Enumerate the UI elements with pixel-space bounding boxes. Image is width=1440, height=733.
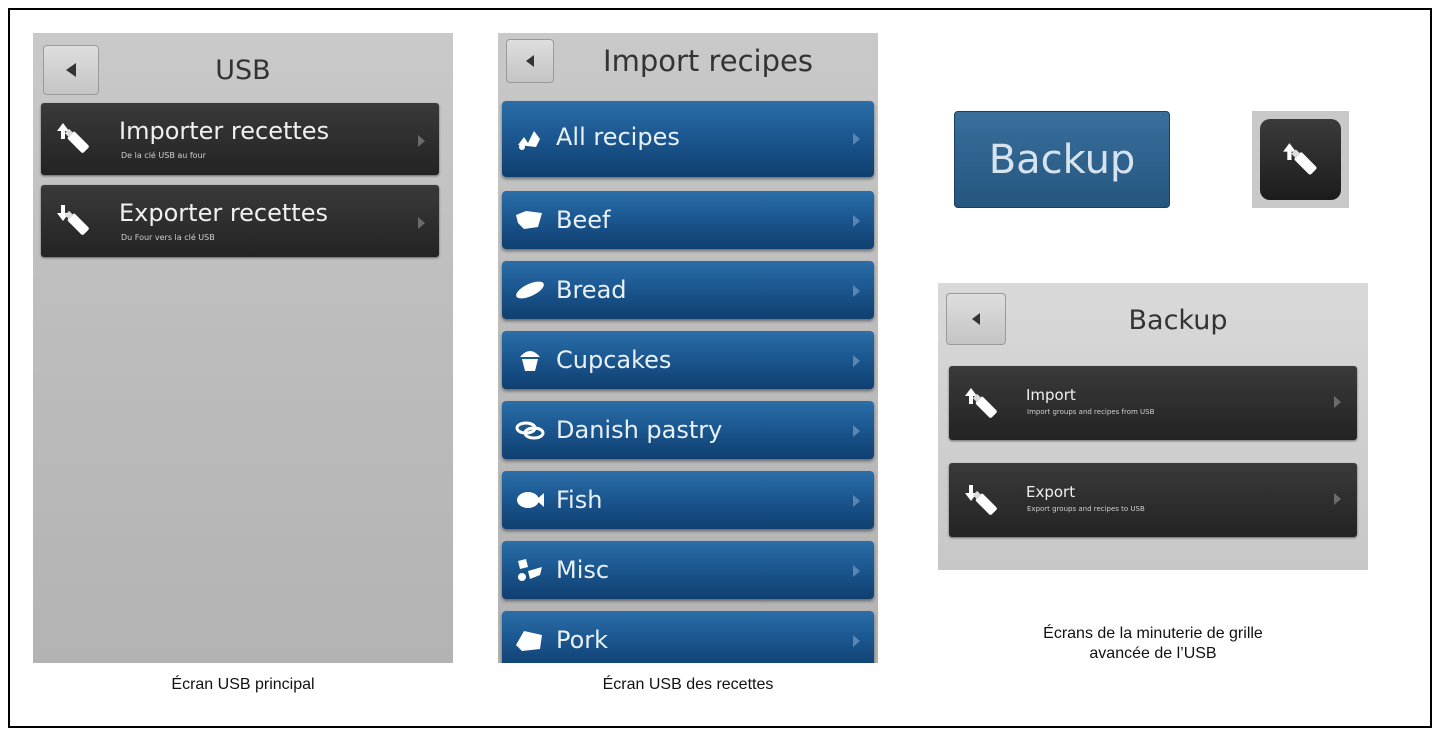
row-sublabel: Export groups and recipes to USB <box>1027 505 1145 513</box>
chevron-right-icon <box>853 635 860 647</box>
back-arrow-icon <box>66 63 76 77</box>
back-button[interactable] <box>946 293 1006 345</box>
pastry-icon <box>515 421 545 440</box>
category-label: Pork <box>556 626 609 654</box>
caption-usb-main: Écran USB principal <box>171 676 315 693</box>
row-sublabel: Import groups and recipes from USB <box>1027 408 1155 416</box>
chevron-right-icon <box>853 565 860 577</box>
back-arrow-icon <box>972 313 980 325</box>
row-sublabel: De la clé USB au four <box>121 151 206 160</box>
chevron-right-icon <box>853 215 860 227</box>
category-fish[interactable]: Fish <box>502 471 874 529</box>
screen-title: Import recipes <box>603 44 813 78</box>
row-label: Export <box>1026 483 1076 501</box>
row-label: Exporter recettes <box>119 199 328 227</box>
chevron-right-icon <box>853 285 860 297</box>
category-misc[interactable]: Misc <box>502 541 874 599</box>
backup-screen: Backup Import Import groups and recipes … <box>938 283 1368 570</box>
chevron-right-icon <box>853 425 860 437</box>
usb-import-tile[interactable] <box>1252 111 1349 208</box>
screen-title: USB <box>215 55 271 86</box>
chevron-right-icon <box>1334 396 1341 408</box>
misc-icon <box>518 559 542 581</box>
import-button[interactable]: Import Import groups and recipes from US… <box>949 366 1357 440</box>
backup-button-label: Backup <box>988 137 1136 183</box>
export-button[interactable]: Export Export groups and recipes to USB <box>949 463 1357 537</box>
usb-import-icon <box>965 388 997 418</box>
chevron-right-icon <box>1334 493 1341 505</box>
pork-icon <box>516 631 542 651</box>
chevron-right-icon <box>418 217 425 229</box>
usb-main-screen: USB Importer recettes De la clé USB au f… <box>33 33 453 663</box>
usb-import-icon <box>1283 143 1317 175</box>
caption-line-1: Écrans de la minuterie de grille <box>1043 625 1263 642</box>
beef-icon <box>516 211 542 229</box>
usb-export-icon <box>57 205 89 235</box>
category-cupcakes[interactable]: Cupcakes <box>502 331 874 389</box>
row-sublabel: Du Four vers la clé USB <box>121 233 215 242</box>
row-label: Importer recettes <box>119 117 330 145</box>
category-label: Misc <box>556 556 610 584</box>
caption-line-2: avancée de l’USB <box>1089 645 1217 662</box>
caption-recipes: Écran USB des recettes <box>602 676 774 693</box>
backup-button[interactable]: Backup <box>954 111 1170 208</box>
category-label: Danish pastry <box>556 416 723 444</box>
category-pork[interactable]: Pork <box>502 611 874 663</box>
all-recipes-icon <box>518 131 540 150</box>
category-label: Cupcakes <box>556 346 672 374</box>
usb-import-icon <box>57 123 89 153</box>
category-all-recipes[interactable]: All recipes <box>502 101 874 177</box>
chevron-right-icon <box>418 135 425 147</box>
category-label: Bread <box>556 276 627 304</box>
bread-icon <box>516 281 544 299</box>
usb-export-icon <box>965 485 997 515</box>
caption-backup: Écrans de la minuterie de grille avancée… <box>938 624 1368 664</box>
usb-tile-face <box>1260 119 1341 200</box>
chevron-right-icon <box>853 495 860 507</box>
category-label: All recipes <box>556 123 680 151</box>
chevron-right-icon <box>853 355 860 367</box>
back-button[interactable] <box>506 39 554 83</box>
import-recipes-screen: Import recipes All recipes Beef Bread Cu… <box>498 33 878 663</box>
category-danish-pastry[interactable]: Danish pastry <box>502 401 874 459</box>
back-button[interactable] <box>43 45 99 95</box>
screen-title: Backup <box>1128 305 1228 336</box>
category-bread[interactable]: Bread <box>502 261 874 319</box>
export-recipes-button[interactable]: Exporter recettes Du Four vers la clé US… <box>41 185 439 257</box>
import-recipes-button[interactable]: Importer recettes De la clé USB au four <box>41 103 439 175</box>
fish-icon <box>517 492 544 508</box>
category-beef[interactable]: Beef <box>502 191 874 249</box>
category-label: Fish <box>556 486 603 514</box>
chevron-right-icon <box>853 133 860 145</box>
back-arrow-icon <box>526 55 534 67</box>
row-label: Import <box>1026 386 1076 404</box>
category-label: Beef <box>556 206 611 234</box>
cupcake-icon <box>520 351 540 371</box>
